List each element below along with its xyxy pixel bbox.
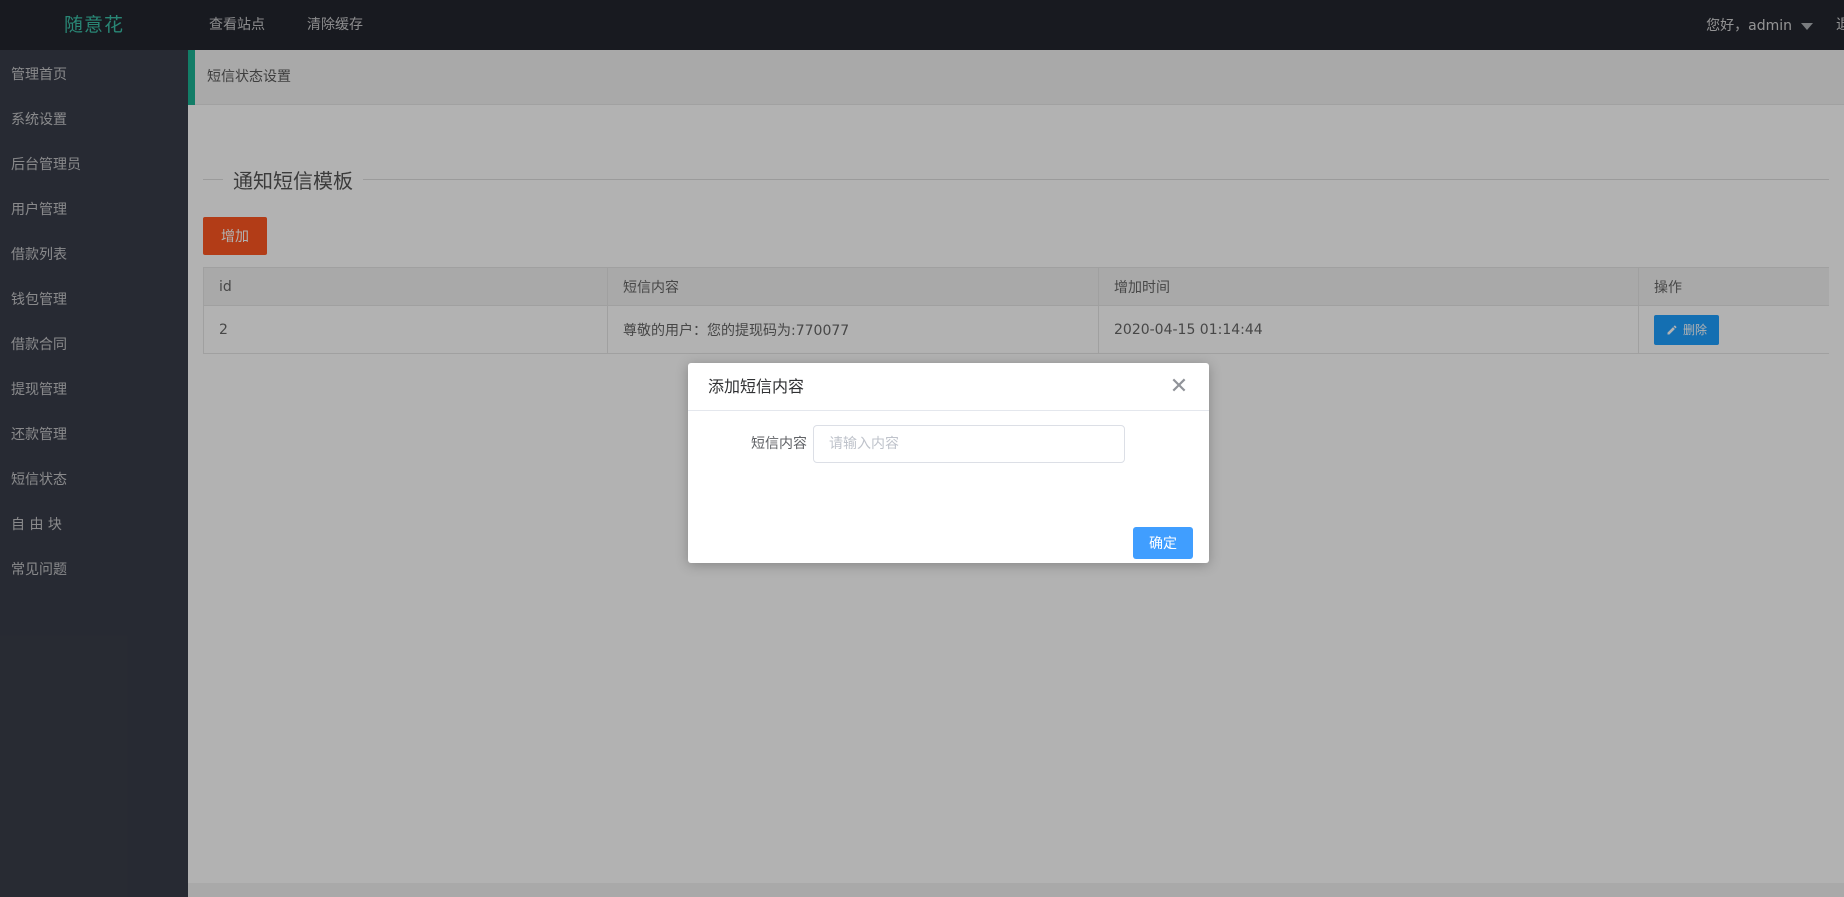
sms-content-label: 短信内容	[751, 436, 807, 452]
dialog-title: 添加短信内容	[708, 377, 805, 396]
dialog-header: 添加短信内容 ✕	[688, 363, 1209, 411]
add-sms-dialog: 添加短信内容 ✕ 短信内容 确定	[688, 363, 1209, 563]
confirm-button[interactable]: 确定	[1133, 527, 1193, 559]
close-icon[interactable]: ✕	[1163, 371, 1195, 403]
sms-content-input[interactable]	[813, 425, 1125, 463]
